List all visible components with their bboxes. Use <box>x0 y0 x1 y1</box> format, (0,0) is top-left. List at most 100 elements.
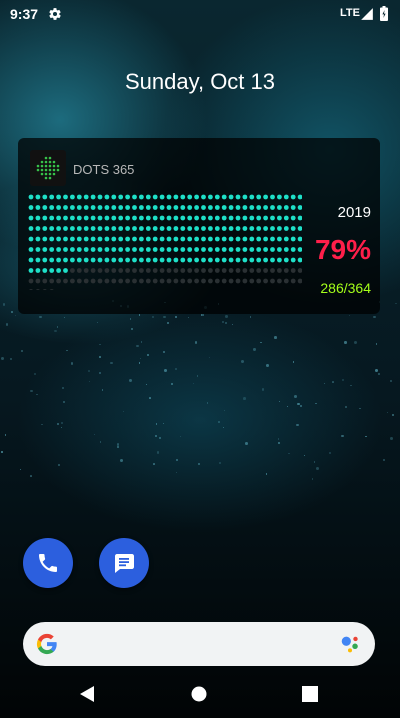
elapsed-day-dot <box>152 247 158 252</box>
elapsed-day-dot <box>290 194 296 200</box>
remaining-day-dot <box>201 268 206 273</box>
logo-dot <box>52 164 56 168</box>
wallpaper-speck <box>138 314 141 317</box>
elapsed-day-dot <box>166 257 172 263</box>
wallpaper <box>0 0 400 718</box>
wallpaper-speck <box>70 361 74 365</box>
wallpaper-speck <box>140 341 142 343</box>
elapsed-day-dot <box>132 226 137 231</box>
wallpaper-speck <box>245 442 249 446</box>
date-text[interactable]: Sunday, Oct 13 <box>0 69 400 95</box>
elapsed-day-dot <box>63 194 68 200</box>
elapsed-day-dot <box>49 205 55 210</box>
elapsed-day-dot <box>214 205 220 210</box>
dots-grid <box>28 194 302 290</box>
remaining-day-dot <box>173 278 179 284</box>
elapsed-day-dot <box>111 205 117 210</box>
elapsed-day-dot <box>90 257 96 263</box>
elapsed-day-dot <box>97 247 103 252</box>
remaining-day-dot <box>166 278 172 284</box>
wallpaper-speck <box>30 389 33 393</box>
remaining-day-dot <box>70 268 75 273</box>
percent-label: 79% <box>314 234 371 265</box>
year-label: 2019 <box>337 204 371 221</box>
elapsed-day-dot <box>97 226 103 231</box>
elapsed-day-dot <box>270 215 275 221</box>
wallpaper-speck <box>194 341 198 344</box>
wallpaper-speck <box>373 316 376 319</box>
remaining-day-dot <box>159 268 165 273</box>
remaining-day-dot <box>35 278 41 284</box>
elapsed-day-dot <box>263 247 268 252</box>
elapsed-day-dot <box>166 194 172 200</box>
google-search-bar[interactable] <box>23 622 375 666</box>
elapsed-day-dot <box>70 226 75 231</box>
elapsed-day-dot <box>139 205 144 210</box>
elapsed-day-dot <box>76 257 82 263</box>
elapsed-day-dot <box>297 215 302 221</box>
elapsed-day-dot <box>228 226 234 231</box>
remaining-day-dot <box>277 268 282 273</box>
wallpaper-speck <box>166 321 169 324</box>
elapsed-day-dot <box>180 226 186 231</box>
wallpaper-speck <box>10 310 13 313</box>
elapsed-day-dot <box>201 247 206 252</box>
elapsed-day-dot <box>139 247 144 252</box>
back-icon[interactable] <box>78 685 96 703</box>
wallpaper-speck <box>9 358 12 361</box>
dots-365-widget[interactable]: DOTS 365 2019 79% 286/364 <box>18 138 380 314</box>
elapsed-day-dot <box>104 257 110 263</box>
remaining-day-dot <box>56 278 61 284</box>
remaining-day-dot <box>242 278 248 284</box>
elapsed-day-dot <box>173 194 179 200</box>
messages-app[interactable] <box>99 538 149 588</box>
gear-icon <box>49 8 61 20</box>
wallpaper-speck <box>389 436 393 440</box>
wallpaper-speck <box>63 317 66 319</box>
wallpaper-speck <box>61 427 63 429</box>
elapsed-day-dot <box>249 194 255 200</box>
elapsed-day-dot <box>283 226 289 231</box>
elapsed-day-dot <box>132 215 137 221</box>
wallpaper-speck <box>208 356 211 359</box>
wallpaper-speck <box>187 316 190 319</box>
logo-dot <box>44 168 48 172</box>
wallpaper-speck <box>342 379 344 382</box>
home-icon[interactable] <box>191 686 207 702</box>
remaining-day-dot <box>194 268 200 273</box>
elapsed-day-dot <box>145 257 151 263</box>
elapsed-day-dot <box>63 226 68 231</box>
google-icon[interactable] <box>36 633 58 655</box>
elapsed-day-dot <box>35 226 41 231</box>
elapsed-day-dot <box>242 226 248 231</box>
wallpaper-speck <box>253 348 256 351</box>
remaining-day-dot <box>76 268 82 273</box>
elapsed-day-dot <box>49 226 55 231</box>
wallpaper-speck <box>159 436 162 439</box>
elapsed-day-dot <box>132 257 137 263</box>
remaining-day-dot <box>132 268 137 273</box>
wallpaper-speck <box>315 403 317 405</box>
remaining-day-dot <box>42 278 48 284</box>
logo-dot <box>44 156 48 160</box>
elapsed-day-dot <box>42 236 48 242</box>
remaining-day-dot <box>152 268 158 273</box>
elapsed-day-dot <box>28 247 34 252</box>
elapsed-day-dot <box>42 226 48 231</box>
elapsed-day-dot <box>42 194 48 200</box>
phone-app[interactable] <box>23 538 73 588</box>
elapsed-day-dot <box>70 247 75 252</box>
elapsed-day-dot <box>125 226 130 231</box>
assistant-icon[interactable] <box>339 633 361 655</box>
elapsed-day-dot <box>125 194 130 200</box>
recents-icon[interactable] <box>302 686 318 702</box>
wallpaper-speck <box>152 315 155 318</box>
elapsed-day-dot <box>76 236 82 242</box>
remaining-day-dot <box>270 278 275 284</box>
status-time: 9:37 <box>10 6 39 22</box>
elapsed-day-dot <box>90 236 96 242</box>
wallpaper-speck <box>340 434 344 438</box>
wallpaper-speck <box>375 343 378 345</box>
remaining-day-dot <box>49 278 55 284</box>
elapsed-day-dot <box>118 205 124 210</box>
